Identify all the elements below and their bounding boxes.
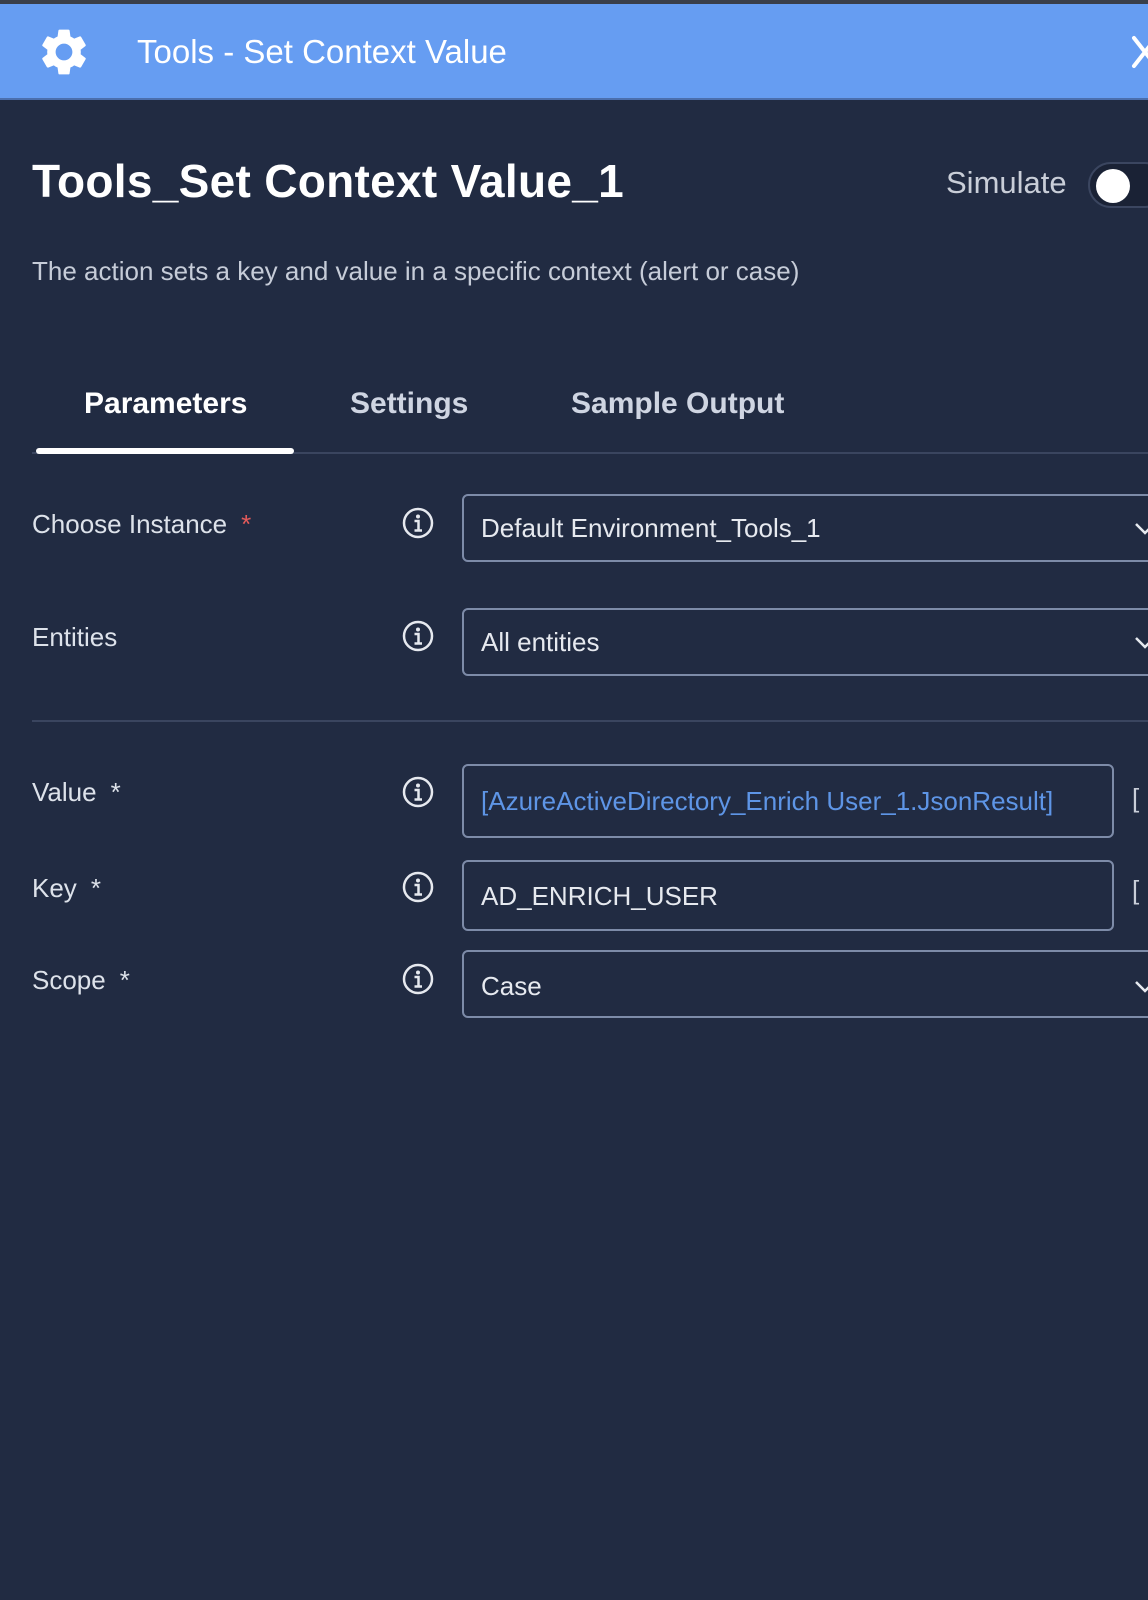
- simulate-label: Simulate: [946, 165, 1067, 200]
- info-icon[interactable]: [402, 776, 434, 808]
- scope-label: Scope *: [32, 962, 130, 998]
- choose-instance-label: Choose Instance *: [32, 506, 251, 542]
- chevron-down-icon: [1135, 637, 1148, 649]
- action-name: Tools_Set Context Value_1: [32, 155, 625, 207]
- section-divider: [32, 720, 1148, 722]
- required-marker: *: [241, 509, 252, 539]
- key-label-text: Key: [32, 873, 77, 903]
- info-icon[interactable]: [402, 871, 434, 903]
- toggle-knob: [1096, 169, 1130, 203]
- gear-icon: [42, 29, 86, 75]
- key-input-text: AD_ENRICH_USER: [481, 881, 718, 911]
- info-icon[interactable]: [402, 507, 434, 539]
- dialog-title: Tools - Set Context Value: [137, 33, 507, 70]
- required-marker: *: [90, 873, 101, 903]
- required-marker: *: [119, 965, 130, 995]
- action-description: The action sets a key and value in a spe…: [32, 256, 800, 286]
- required-marker: *: [110, 777, 121, 807]
- tab-parameters[interactable]: Parameters: [84, 384, 247, 424]
- key-expression-bracket[interactable]: [: [1132, 872, 1139, 908]
- chevron-down-icon: [1135, 523, 1148, 535]
- info-icon[interactable]: [402, 620, 434, 652]
- simulate-toggle[interactable]: [1088, 162, 1148, 208]
- scope-select[interactable]: Case: [462, 950, 1148, 1018]
- entities-select[interactable]: All entities: [462, 608, 1148, 676]
- close-icon[interactable]: [1130, 34, 1148, 70]
- value-label: Value *: [32, 774, 121, 810]
- scope-value: Case: [481, 971, 542, 1001]
- scope-label-text: Scope: [32, 965, 106, 995]
- key-input[interactable]: AD_ENRICH_USER: [462, 860, 1114, 931]
- tab-bar: Parameters Settings Sample Output: [0, 370, 1148, 454]
- entities-label: Entities: [32, 622, 118, 652]
- value-input[interactable]: [AzureActiveDirectory_Enrich User_1.Json…: [462, 764, 1114, 838]
- active-tab-indicator: [36, 448, 294, 454]
- choose-instance-value: Default Environment_Tools_1: [481, 513, 821, 543]
- dialog-header: Tools - Set Context Value: [0, 4, 1148, 100]
- chevron-down-icon: [1135, 981, 1148, 993]
- value-input-text: [AzureActiveDirectory_Enrich User_1.Json…: [481, 786, 1054, 816]
- choose-instance-select[interactable]: Default Environment_Tools_1: [462, 494, 1148, 562]
- entities-value: All entities: [481, 627, 600, 657]
- tab-sample-output[interactable]: Sample Output: [571, 384, 784, 424]
- value-expression-bracket[interactable]: [: [1132, 780, 1139, 816]
- tab-settings[interactable]: Settings: [350, 384, 468, 424]
- info-icon[interactable]: [402, 963, 434, 995]
- key-label: Key *: [32, 870, 101, 906]
- choose-instance-label-text: Choose Instance: [32, 509, 228, 539]
- value-label-text: Value: [32, 777, 97, 807]
